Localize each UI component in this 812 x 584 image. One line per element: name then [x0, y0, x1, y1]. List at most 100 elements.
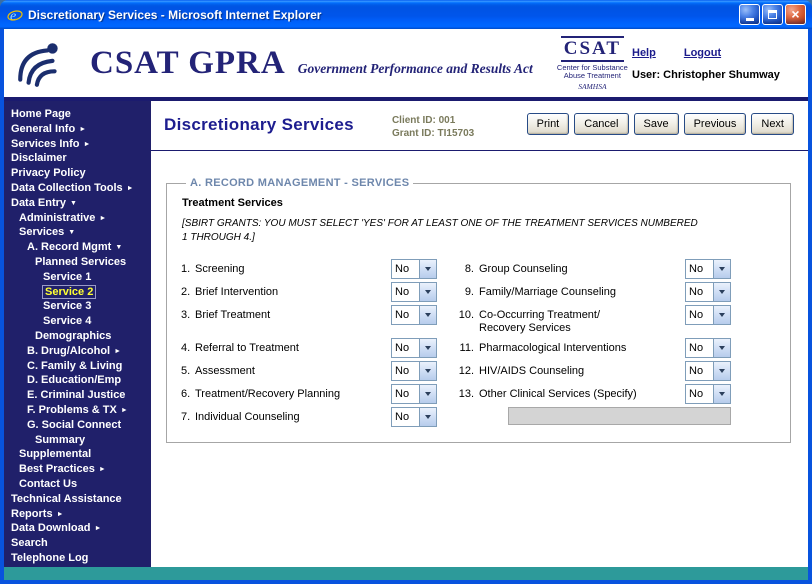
sidebar-item-telephone-log[interactable]: Telephone Log	[4, 551, 151, 566]
sidebar-item-general-info[interactable]: General Info►	[4, 122, 151, 137]
service-cell: 2.Brief InterventionNo	[181, 282, 437, 302]
service-row-7: 7.Individual CounselingNo	[181, 407, 776, 427]
sidebar-item-f-problems-tx[interactable]: F. Problems & TX►	[4, 403, 151, 418]
referral-to-treatment-select[interactable]: No	[391, 338, 437, 358]
sidebar-item-d-education-emp[interactable]: D. Education/Emp	[4, 373, 151, 388]
sidebar-item-administrative[interactable]: Administrative►	[4, 211, 151, 226]
assessment-select[interactable]: No	[391, 361, 437, 381]
sidebar-item-service-3[interactable]: Service 3	[4, 299, 151, 314]
family-marriage-counseling-select[interactable]: No	[685, 282, 731, 302]
chevron-right-icon: ►	[127, 185, 134, 192]
service-row-1: 1.ScreeningNo8.Group CounselingNo	[181, 259, 776, 279]
chevron-down-icon: ▼	[68, 229, 75, 236]
service-label: Brief Intervention	[195, 282, 391, 299]
close-button[interactable]: ×	[785, 4, 806, 25]
chevron-down-icon[interactable]	[419, 362, 436, 380]
service-label: Referral to Treatment	[195, 338, 391, 355]
sidebar-item-e-criminal-justice[interactable]: E. Criminal Justice	[4, 388, 151, 403]
sidebar-item-label: Reports	[11, 508, 53, 520]
browser-window: e Discretionary Services - Microsoft Int…	[0, 0, 812, 584]
sidebar-item-supplemental[interactable]: Supplemental	[4, 447, 151, 462]
chevron-down-icon: ▼	[115, 244, 122, 251]
sidebar-item-technical-assistance[interactable]: Technical Assistance	[4, 492, 151, 507]
service-cell: 8.Group CounselingNo	[452, 259, 731, 279]
service-number: 2.	[181, 282, 195, 302]
brief-treatment-select[interactable]: No	[391, 305, 437, 325]
service-number: 13.	[452, 384, 474, 404]
save-button[interactable]: Save	[634, 113, 679, 135]
record-management-section: A. RECORD MANAGEMENT - SERVICES Treatmen…	[166, 177, 791, 443]
screening-select[interactable]: No	[391, 259, 437, 279]
sidebar-item-data-collection-tools[interactable]: Data Collection Tools►	[4, 181, 151, 196]
logout-link[interactable]: Logout	[684, 47, 721, 59]
chevron-down-icon[interactable]	[419, 408, 436, 426]
service-label: Assessment	[195, 361, 391, 378]
sidebar-item-home-page[interactable]: Home Page	[4, 107, 151, 122]
sidebar-item-demographics[interactable]: Demographics	[4, 329, 151, 344]
maximize-button[interactable]	[762, 4, 783, 25]
sidebar-item-label: F. Problems & TX	[27, 404, 117, 416]
sidebar-item-privacy-policy[interactable]: Privacy Policy	[4, 166, 151, 181]
treatment-services-heading: Treatment Services	[182, 197, 776, 209]
chevron-down-icon[interactable]	[713, 260, 730, 278]
brand-tagline: Government Performance and Results Act	[298, 61, 533, 77]
sidebar-item-services-info[interactable]: Services Info►	[4, 137, 151, 152]
select-value: No	[392, 339, 419, 357]
hiv-aids-counseling-select[interactable]: No	[685, 361, 731, 381]
sidebar-item-best-practices[interactable]: Best Practices►	[4, 462, 151, 477]
sidebar-item-label: Service 4	[43, 315, 91, 327]
sidebar-item-search[interactable]: Search	[4, 536, 151, 551]
sidebar-item-c-family-living[interactable]: C. Family & Living	[4, 359, 151, 374]
minimize-button[interactable]	[739, 4, 760, 25]
record-ids: Client ID: 001 Grant ID: TI15703	[392, 114, 474, 140]
other-clinical-services-specify-select[interactable]: No	[685, 384, 731, 404]
chevron-down-icon[interactable]	[713, 339, 730, 357]
chevron-down-icon[interactable]	[713, 385, 730, 403]
sidebar-item-label: Technical Assistance	[11, 493, 122, 505]
chevron-down-icon[interactable]	[419, 385, 436, 403]
title-bar[interactable]: e Discretionary Services - Microsoft Int…	[0, 0, 812, 29]
co-occurring-treatment-select[interactable]: No	[685, 305, 731, 325]
sidebar-item-data-entry[interactable]: Data Entry▼	[4, 196, 151, 211]
service-number: 4.	[181, 338, 195, 358]
sidebar-item-data-download[interactable]: Data Download►	[4, 521, 151, 536]
service-number: 1.	[181, 259, 195, 279]
next-button[interactable]: Next	[751, 113, 794, 135]
chevron-down-icon[interactable]	[713, 306, 730, 324]
sidebar-item-contact-us[interactable]: Contact Us	[4, 477, 151, 492]
help-link[interactable]: Help	[632, 47, 656, 59]
other-clinical-specify-input	[508, 407, 731, 425]
sidebar-item-service-2[interactable]: Service 2	[4, 285, 151, 300]
csat-logo-subtitle: Center for Substance Abuse Treatment	[553, 64, 632, 81]
chevron-down-icon[interactable]	[419, 283, 436, 301]
cancel-button[interactable]: Cancel	[574, 113, 628, 135]
chevron-down-icon[interactable]	[713, 283, 730, 301]
print-button[interactable]: Print	[527, 113, 570, 135]
sidebar-item-service-4[interactable]: Service 4	[4, 314, 151, 329]
close-icon: ×	[791, 7, 799, 21]
brief-intervention-select[interactable]: No	[391, 282, 437, 302]
sidebar-item-services[interactable]: Services▼	[4, 225, 151, 240]
sidebar-item-disclaimer[interactable]: Disclaimer	[4, 151, 151, 166]
chevron-down-icon[interactable]	[419, 260, 436, 278]
treatment-recovery-planning-select[interactable]: No	[391, 384, 437, 404]
sidebar-item-a-record-mgmt[interactable]: A. Record Mgmt▼	[4, 240, 151, 255]
service-label: Treatment/Recovery Planning	[195, 384, 391, 401]
previous-button[interactable]: Previous	[684, 113, 747, 135]
chevron-down-icon: ▼	[70, 200, 77, 207]
sidebar-item-g-social-connect[interactable]: G. Social Connect	[4, 418, 151, 433]
service-number: 6.	[181, 384, 195, 404]
client-id-label: Client ID: 001	[392, 114, 474, 127]
pharmacological-interventions-select[interactable]: No	[685, 338, 731, 358]
chevron-down-icon[interactable]	[419, 339, 436, 357]
chevron-right-icon: ►	[79, 126, 86, 133]
chevron-down-icon[interactable]	[713, 362, 730, 380]
sidebar-item-summary[interactable]: Summary	[4, 433, 151, 448]
sidebar-item-service-1[interactable]: Service 1	[4, 270, 151, 285]
sidebar-item-planned-services[interactable]: Planned Services	[4, 255, 151, 270]
individual-counseling-select[interactable]: No	[391, 407, 437, 427]
group-counseling-select[interactable]: No	[685, 259, 731, 279]
sidebar-item-reports[interactable]: Reports►	[4, 507, 151, 522]
sidebar-item-b-drug-alcohol[interactable]: B. Drug/Alcohol►	[4, 344, 151, 359]
chevron-down-icon[interactable]	[419, 306, 436, 324]
